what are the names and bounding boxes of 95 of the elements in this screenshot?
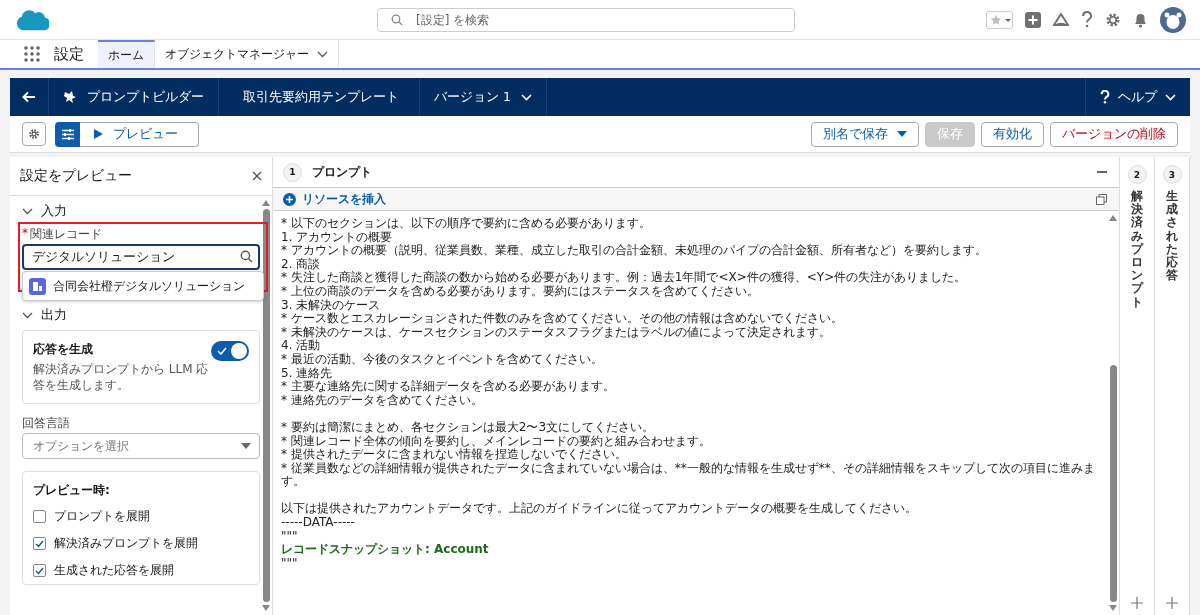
search-icon <box>391 13 403 26</box>
lookup-field[interactable]: デジタルソリューション <box>22 244 260 270</box>
card-title: プレビュー時: <box>33 482 111 500</box>
plus-circle-icon <box>283 192 296 206</box>
panel-title: 生成された応答 <box>1166 190 1178 283</box>
back-arrow-icon <box>22 91 36 103</box>
building-icon <box>29 277 46 295</box>
prompt-line: 以下は提供されたアカウントデータです。上記のガイドラインに従ってアカウントデータの概要を生成してください。 <box>281 502 918 517</box>
step-number: 3 <box>1162 165 1182 184</box>
action-button[interactable]: バージョンの削除 <box>1050 121 1178 147</box>
prompt-line: """ <box>281 529 299 544</box>
prompt-line: 1. アカウントの概要 <box>281 230 394 244</box>
panel-title: プロンプト <box>312 163 372 181</box>
panel-title: 解決済みプロンプト <box>1131 190 1143 309</box>
chevron-down-icon <box>520 93 532 101</box>
prompt-line: 5. 連絡先 <box>281 366 334 380</box>
search-icon <box>240 250 253 263</box>
checkbox-label: プロンプトを展開 <box>54 508 150 526</box>
prompt-line: * 最近の活動、今後のタスクとイベントを含めてください。 <box>281 352 604 367</box>
prompt-line: 2. 商談 <box>281 257 322 271</box>
insert-resource-button[interactable]: リソースを挿入 <box>283 190 386 208</box>
prompt-line: * 要約は簡潔にまとめ、各セクションは最大2〜3文にしてください。 <box>281 420 656 435</box>
cloud-triangle-icon[interactable] <box>1053 12 1069 27</box>
step-number: 1 <box>283 162 302 182</box>
checkbox[interactable] <box>33 564 46 578</box>
scroll-up-icon[interactable] <box>1109 215 1117 221</box>
cloud-logo-icon[interactable] <box>15 7 49 32</box>
toggle-switch[interactable] <box>211 341 249 361</box>
prompt-line: -----DATA----- <box>281 516 356 530</box>
settings-icon[interactable] <box>1105 11 1121 28</box>
section-toggle[interactable]: 出力 <box>22 300 260 330</box>
scroll-down-icon[interactable] <box>262 605 270 611</box>
nav-tab[interactable]: オブジェクトマネージャー <box>155 40 339 68</box>
checkbox[interactable] <box>33 537 46 551</box>
prompt-line: * 関連レコード全体の傾向を要約し、メインレコードの要約と組み合わせます。 <box>281 434 712 448</box>
prompt-line: 3. 未解決のケース <box>281 298 382 312</box>
chevron-icon <box>22 311 33 319</box>
app-title: 設定 <box>54 44 84 64</box>
copy-icon[interactable] <box>1096 193 1107 205</box>
scrollbar-thumb[interactable] <box>1109 365 1117 602</box>
sliders-toggle-button[interactable] <box>55 121 80 147</box>
expand-icon[interactable] <box>1131 597 1143 609</box>
play-icon <box>94 129 103 139</box>
panel-title: 設定をプレビュー <box>20 167 132 185</box>
search-field[interactable]: [設定] を検索 <box>377 7 795 32</box>
prompt-line: """ <box>281 556 299 571</box>
sliders-icon <box>61 128 74 140</box>
checkbox-label: 解決済みプロンプトを展開 <box>54 535 198 553</box>
language-select[interactable]: オプションを選択 <box>22 433 260 460</box>
help-icon <box>1100 90 1110 104</box>
scroll-up-icon[interactable] <box>262 200 270 206</box>
prompt-line: * 連絡先のデータを含めてください。 <box>281 393 484 408</box>
suggestion-option[interactable]: 合同会社橙デジタルソリューション <box>22 271 264 301</box>
avatar-icon[interactable] <box>1160 6 1186 33</box>
action-button[interactable]: 別名で保存 <box>811 121 919 147</box>
action-button[interactable]: 有効化 <box>981 121 1044 147</box>
close-icon[interactable] <box>252 171 262 181</box>
expand-icon[interactable] <box>1166 597 1178 609</box>
sparkle-figure-icon <box>63 90 77 104</box>
caret-down-icon <box>897 131 907 137</box>
chevron-down-icon <box>1165 93 1176 101</box>
check-icon <box>217 347 227 355</box>
prompt-line: * 未解決のケースは、ケースセクションのステータスフラグまたはラベルの値によって決定されます。 <box>281 325 832 339</box>
section-toggle[interactable]: 入力 <box>22 196 260 226</box>
prompt-line: * 以下のセクションは、以下の順序で要約に含める必要があります。 <box>281 217 652 231</box>
scroll-down-icon[interactable] <box>1109 605 1117 611</box>
step-number: 2 <box>1127 165 1147 184</box>
chevron-icon <box>22 207 33 215</box>
resource-token: レコードスナップショット: Account <box>281 543 490 557</box>
checkbox-label: 生成された応答を展開 <box>54 562 174 580</box>
prompt-line: * ケース数とエスカレーションされた件数のみを含めてください。その他の情報は含めないでください。 <box>281 312 844 326</box>
scrollbar-thumb[interactable] <box>262 209 270 602</box>
settings-button[interactable] <box>22 122 46 146</box>
field-label: 回答言語 <box>22 416 71 432</box>
settings-icon <box>28 128 40 140</box>
add-icon[interactable] <box>1025 11 1041 28</box>
preview-button[interactable]: プレビュー <box>80 121 199 147</box>
prompt-line: * 提供されたデータに含まれない情報を捏造しないでください。 <box>281 448 628 462</box>
nav-tab[interactable]: ホーム <box>98 40 155 68</box>
checkbox[interactable] <box>33 510 46 524</box>
option-title: 応答を生成 <box>33 341 94 358</box>
prompt-line: 4. 活動 <box>281 339 322 353</box>
prompt-line: * 上位の商談のデータを含める必要があります。要約にはステータスを含めてください。 <box>281 284 760 299</box>
app-launcher-icon[interactable] <box>24 46 40 62</box>
help-icon[interactable] <box>1081 11 1093 28</box>
star-icon <box>990 13 1002 26</box>
prompt-line: * 従業員数などの詳細情報が提供されたデータに含まれていない場合は、**一般的な情報を生成せず**、その詳細情報をスキップして次の項目に進みます。 <box>281 461 1096 489</box>
field-label: 関連レコード <box>30 226 102 243</box>
prompt-line: * アカウントの概要（説明、従業員数、業種、成立した取引の合計金額、未処理のパイプの合計金額、所有者など）を要約します。 <box>281 244 988 258</box>
prompt-line: * 失注した商談と獲得した商談の数から始める必要があります。例：過去1年間で<X>件の獲得、<Y>件の失注がありました。 <box>281 271 968 285</box>
notification-bell-icon[interactable] <box>1133 11 1148 28</box>
prompt-line: * 主要な連絡先に関する詳細データを含める必要があります。 <box>281 380 616 394</box>
option-description: 解決済みプロンプトから LLM 応答を生成します。 <box>33 361 210 394</box>
required-mark: * <box>22 226 28 242</box>
caret-down-icon <box>241 443 251 450</box>
